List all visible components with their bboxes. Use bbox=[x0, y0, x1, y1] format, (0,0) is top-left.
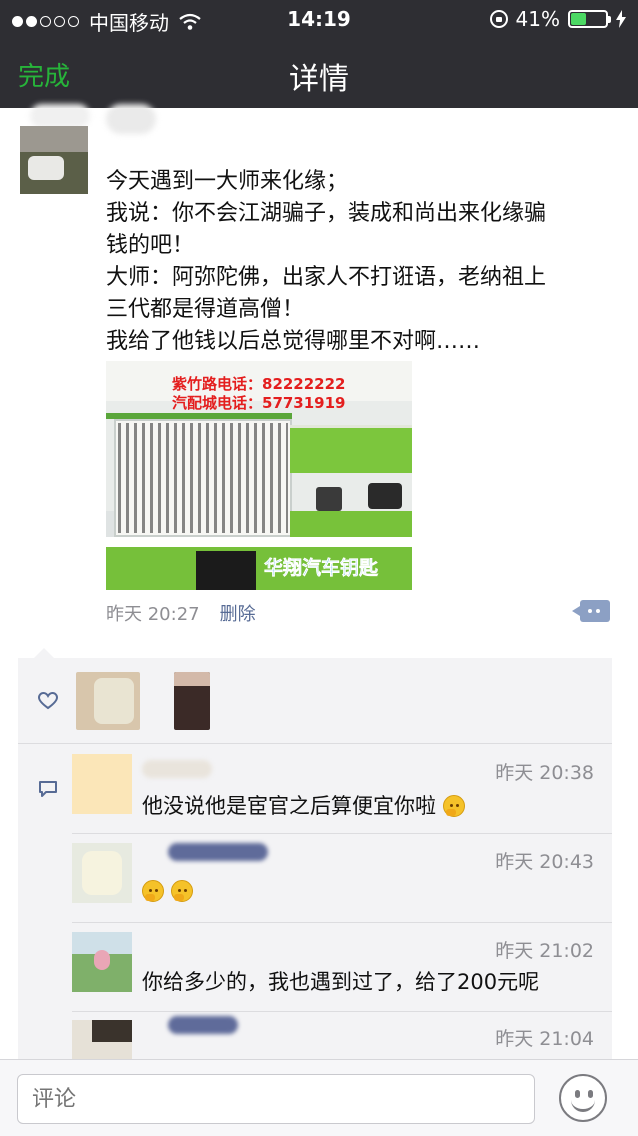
post-line: 三代都是得道高僧！ bbox=[106, 297, 305, 322]
navigation-bar: 完成 详情 bbox=[0, 40, 638, 108]
comment-item[interactable]: 昨天 21:02 你给多少的，我也遇到过了，给了200元呢 bbox=[18, 932, 612, 1012]
photo-brand-text: 华翔汽车钥匙 bbox=[264, 557, 379, 580]
likes-row bbox=[18, 658, 612, 744]
green-cabinet-upper bbox=[290, 425, 412, 473]
comment-time: 昨天 20:38 bbox=[495, 762, 594, 784]
comment-text-body: 他没说他是宦官之后算便宜你啦 bbox=[142, 794, 436, 818]
orientation-lock-icon bbox=[489, 10, 508, 28]
post-line: 我给了他钱以后总觉得哪里不对啊…… bbox=[106, 329, 481, 354]
thinking-emoji-icon bbox=[170, 880, 193, 902]
comment-text: 他没说他是宦官之后算便宜你啦 bbox=[142, 790, 465, 820]
interaction-panel: 昨天 20:38 他没说他是宦官之后算便宜你啦 昨天 20:43 昨天 21:0… bbox=[18, 648, 612, 1068]
commenter-name-blurred[interactable] bbox=[142, 760, 212, 778]
comment-item[interactable]: 昨天 20:43 bbox=[18, 843, 612, 923]
comment-text bbox=[142, 879, 193, 903]
battery-icon bbox=[568, 10, 611, 28]
post-photo[interactable]: 紫竹路电话：82222222 汽配城电话：57731919 华翔汽车钥匙 bbox=[106, 361, 412, 590]
charging-bolt-icon bbox=[616, 10, 626, 28]
comment-time: 昨天 20:43 bbox=[495, 851, 594, 873]
sign-line-2: 汽配城电话：57731919 bbox=[172, 394, 346, 412]
photo-phone-sign: 紫竹路电话：82222222 汽配城电话：57731919 bbox=[172, 375, 412, 413]
post-content: 今天遇到一大师来化缘； 我说：你不会江湖骗子，装成和尚出来化缘骗 钱的吧！ 大师… bbox=[106, 166, 626, 358]
comment-input[interactable] bbox=[17, 1074, 535, 1124]
post-line: 大师：阿弥陀佛，出家人不打诳语，老纳祖上 bbox=[106, 265, 547, 290]
commenter-name-blurred[interactable] bbox=[168, 843, 268, 861]
author-name-blurred bbox=[30, 104, 90, 128]
comment-time: 昨天 21:02 bbox=[495, 940, 594, 962]
battery-percent: 41% bbox=[515, 7, 560, 31]
delete-link[interactable]: 删除 bbox=[220, 600, 256, 626]
post-line: 今天遇到一大师来化缘； bbox=[106, 169, 349, 194]
author-avatar[interactable] bbox=[20, 126, 88, 194]
top-bar: 中国移动 14:19 41% 完成 详情 bbox=[0, 0, 638, 108]
post-line: 钱的吧！ bbox=[106, 233, 195, 258]
thinking-emoji-icon bbox=[142, 880, 164, 902]
post-time: 昨天 20:27 bbox=[106, 604, 200, 625]
monitor-image bbox=[196, 551, 256, 590]
page-title: 详情 bbox=[289, 62, 349, 97]
comment-menu-button[interactable] bbox=[572, 600, 610, 622]
heart-icon bbox=[38, 692, 58, 710]
status-bar: 中国移动 14:19 41% bbox=[0, 0, 638, 40]
sign-line-1: 紫竹路电话：82222222 bbox=[172, 375, 346, 393]
comment-item[interactable]: 昨天 20:38 他没说他是宦官之后算便宜你啦 bbox=[18, 754, 612, 834]
comment-input-bar bbox=[0, 1059, 638, 1136]
post-line: 我说：你不会江湖骗子，装成和尚出来化缘骗 bbox=[106, 201, 547, 226]
commenter-avatar[interactable] bbox=[72, 932, 132, 992]
liker-avatar[interactable] bbox=[174, 672, 210, 730]
commenter-avatar[interactable] bbox=[72, 843, 132, 903]
commenter-avatar[interactable] bbox=[72, 754, 132, 814]
comment-text: 你给多少的，我也遇到过了，给了200元呢 bbox=[142, 970, 540, 994]
thinking-emoji-icon bbox=[442, 795, 465, 817]
author-name-blurred-2 bbox=[106, 104, 156, 134]
liker-avatar[interactable] bbox=[76, 672, 140, 730]
emoji-face-icon[interactable] bbox=[559, 1074, 607, 1122]
commenter-name-blurred[interactable] bbox=[168, 1016, 238, 1034]
comment-time: 昨天 21:04 bbox=[495, 1028, 594, 1050]
post-meta: 昨天 20:27 删除 bbox=[106, 600, 256, 626]
